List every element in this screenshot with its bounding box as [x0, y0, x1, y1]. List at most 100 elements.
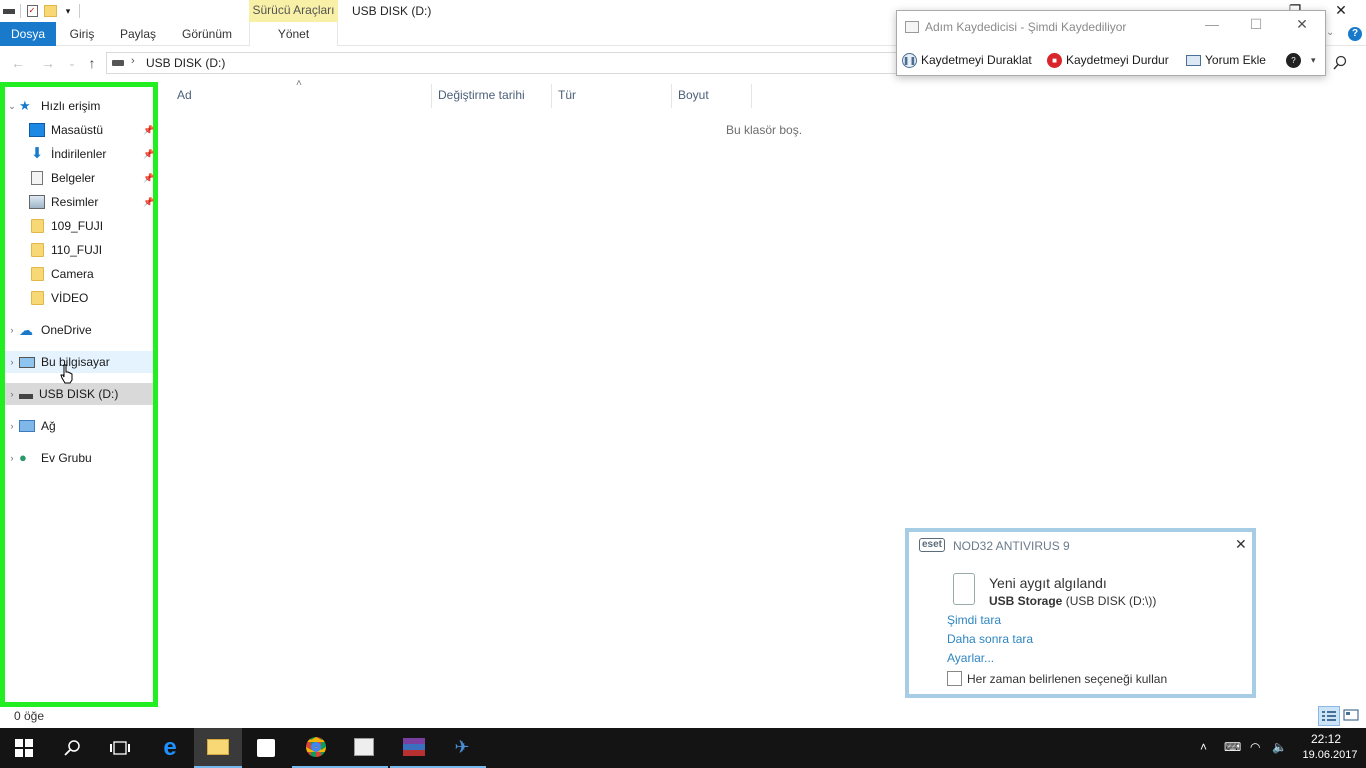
- file-explorer-button[interactable]: [194, 728, 242, 768]
- steps-recorder-window: Adım Kaydedicisi - Şimdi Kaydediliyor — …: [896, 10, 1326, 76]
- drive-icon[interactable]: [2, 4, 16, 18]
- nav-label: Masaüstü: [51, 123, 104, 137]
- nav-item-downloads[interactable]: ⬇ İndirilenler 📌: [5, 143, 155, 165]
- wifi-icon[interactable]: ◠: [1250, 740, 1260, 754]
- search-icon[interactable]: [1332, 55, 1348, 71]
- nav-item-documents[interactable]: Belgeler 📌: [5, 167, 154, 189]
- column-divider[interactable]: [431, 84, 432, 108]
- column-header-date-modified[interactable]: Değiştirme tarihi: [438, 84, 525, 106]
- back-arrow-icon[interactable]: ←: [8, 54, 28, 72]
- app-button[interactable]: ✈: [438, 728, 486, 768]
- pin-icon[interactable]: 📌: [143, 197, 154, 208]
- nav-item-video[interactable]: VİDEO: [5, 287, 153, 309]
- column-header-size[interactable]: Boyut: [678, 84, 709, 106]
- scan-later-link[interactable]: Daha sonra tara: [947, 632, 1033, 646]
- up-arrow-icon[interactable]: ↑: [82, 54, 102, 72]
- column-header-name[interactable]: Ad: [177, 84, 192, 106]
- details-view-button[interactable]: [1318, 706, 1340, 726]
- nav-homegroup[interactable]: › ● Ev Grubu: [5, 447, 153, 469]
- edge-button[interactable]: e: [146, 728, 194, 768]
- tab-home[interactable]: Giriş: [56, 22, 108, 46]
- desktop-icon: [29, 123, 45, 137]
- qat-dropdown-icon[interactable]: ▾: [61, 4, 75, 18]
- new-folder-icon[interactable]: [43, 4, 57, 18]
- stop-recording-button[interactable]: ■ Kaydetmeyi Durdur: [1047, 51, 1169, 69]
- search-button[interactable]: [48, 728, 96, 768]
- chrome-icon: [306, 737, 326, 757]
- column-divider[interactable]: [671, 84, 672, 108]
- volume-icon[interactable]: 🔈: [1272, 740, 1287, 754]
- nav-onedrive[interactable]: › ☁ OneDrive: [5, 319, 153, 341]
- nav-label: Ev Grubu: [41, 451, 92, 465]
- drive-icon: [112, 60, 124, 66]
- clock-date[interactable]: 19.06.2017: [1300, 749, 1360, 761]
- task-view-button[interactable]: [96, 728, 144, 768]
- psr-maximize-button[interactable]: ☐: [1241, 16, 1271, 33]
- steps-recorder-icon: [354, 738, 374, 756]
- tab-manage[interactable]: Yönet: [249, 22, 338, 46]
- nav-network[interactable]: › Ağ: [5, 415, 153, 437]
- nav-label: 109_FUJI: [51, 219, 104, 233]
- chevron-right-icon[interactable]: ›: [5, 389, 19, 399]
- scan-now-link[interactable]: Şimdi tara: [947, 613, 1001, 627]
- nav-item-camera[interactable]: Camera: [5, 263, 153, 285]
- properties-icon[interactable]: ✓: [25, 4, 39, 18]
- details-view-icon: [1322, 711, 1336, 721]
- add-comment-button[interactable]: Yorum Ekle: [1186, 51, 1266, 69]
- keyboard-icon[interactable]: ⌨: [1224, 740, 1241, 754]
- column-divider[interactable]: [551, 84, 552, 108]
- chevron-down-icon[interactable]: ⌄: [5, 101, 19, 112]
- chrome-button[interactable]: [292, 728, 340, 768]
- large-icons-view-icon: [1343, 709, 1359, 721]
- chevron-right-icon[interactable]: ›: [5, 357, 19, 367]
- pin-icon[interactable]: 📌: [143, 173, 154, 184]
- breadcrumb[interactable]: USB DISK (D:): [146, 56, 225, 70]
- pause-recording-button[interactable]: ❚❚ Kaydetmeyi Duraklat: [902, 51, 1032, 69]
- psr-minimize-button[interactable]: —: [1197, 16, 1227, 32]
- store-icon: [257, 739, 275, 757]
- psr-close-button[interactable]: ✕: [1287, 16, 1317, 33]
- store-button[interactable]: [242, 728, 290, 768]
- nav-quick-access[interactable]: ⌄ ★ Hızlı erişim: [5, 95, 153, 117]
- start-button[interactable]: [0, 728, 48, 768]
- chevron-right-icon[interactable]: ›: [5, 421, 19, 431]
- steps-recorder-button[interactable]: [340, 728, 388, 768]
- column-header-type[interactable]: Tür: [558, 84, 576, 106]
- large-icons-view-button[interactable]: [1342, 706, 1362, 726]
- item-count: 0 öğe: [14, 709, 45, 723]
- settings-link[interactable]: Ayarlar...: [947, 651, 994, 665]
- drive-icon: [19, 393, 33, 399]
- chevron-right-icon[interactable]: ›: [5, 325, 19, 335]
- pin-icon[interactable]: 📌: [143, 125, 154, 136]
- nav-label: Hızlı erişim: [41, 99, 101, 113]
- documents-icon: [31, 171, 43, 185]
- clock-time[interactable]: 22:12: [1300, 732, 1352, 746]
- show-hidden-icons-icon[interactable]: ˄: [1200, 740, 1207, 754]
- tab-view[interactable]: Görünüm: [168, 22, 246, 46]
- nav-usb-disk[interactable]: › USB DISK (D:): [5, 383, 153, 405]
- pin-icon[interactable]: 📌: [143, 149, 154, 160]
- expand-ribbon-icon[interactable]: ⌄: [1326, 27, 1334, 38]
- tab-file[interactable]: Dosya: [0, 22, 56, 46]
- recent-locations-icon[interactable]: ⌄: [62, 54, 82, 72]
- help-icon[interactable]: ?: [1348, 27, 1362, 41]
- eset-close-button[interactable]: ✕: [1235, 536, 1247, 553]
- column-divider[interactable]: [751, 84, 752, 108]
- tab-share[interactable]: Paylaş: [108, 22, 168, 46]
- always-use-checkbox[interactable]: [947, 671, 962, 686]
- steps-recorder-title: Adım Kaydedicisi - Şimdi Kaydediliyor: [925, 20, 1127, 34]
- forward-arrow-icon[interactable]: →: [38, 54, 58, 72]
- nav-item-109-fuji[interactable]: 109_FUJI: [5, 215, 153, 237]
- dropdown-arrow-icon[interactable]: ▾: [1311, 55, 1316, 66]
- pause-icon: ❚❚: [902, 52, 917, 68]
- nav-this-pc[interactable]: › Bu bilgisayar: [5, 351, 153, 373]
- winrar-button[interactable]: [390, 728, 438, 768]
- chevron-right-icon[interactable]: ›: [5, 453, 19, 463]
- folder-icon: [31, 267, 44, 281]
- usb-device-icon: [953, 573, 975, 605]
- nav-item-110-fuji[interactable]: 110_FUJI: [5, 239, 153, 261]
- psr-help-button[interactable]: ? ▾: [1286, 51, 1316, 69]
- nav-item-desktop[interactable]: Masaüstü 📌: [5, 119, 154, 141]
- nav-item-pictures[interactable]: Resimler 📌: [5, 191, 154, 213]
- breadcrumb-separator-icon[interactable]: ›: [131, 55, 135, 67]
